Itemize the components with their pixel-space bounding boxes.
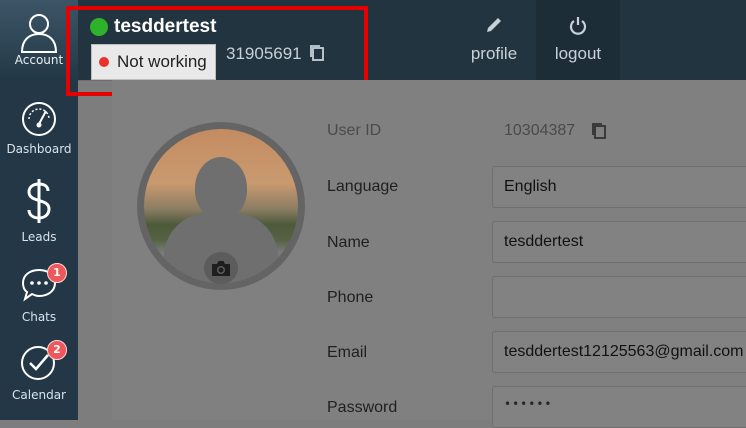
password-field[interactable]: •••••• [492,386,746,428]
sidebar-item-label: Leads [21,230,57,244]
copy-icon[interactable] [591,122,607,140]
not-working-status-dot [99,57,109,67]
chats-badge: 1 [47,263,67,283]
sidebar-item-label: Dashboard [6,142,72,156]
password-label: Password [327,399,398,416]
password-value: •••••• [504,397,553,411]
sidebar-item-account[interactable]: Account [0,0,78,80]
profile-label: profile [470,44,518,63]
camera-icon [212,261,230,276]
sidebar-item-leads[interactable]: Leads [0,178,78,244]
email-value: tesddertest12125563@gmail.com [504,343,744,360]
speedometer-icon [22,102,56,136]
pencil-icon [487,18,501,32]
user-icon [20,14,58,53]
user-id-value: 10304387 [504,122,576,139]
sidebar-item-label: Calendar [12,388,66,402]
phone-label: Phone [327,289,374,306]
calendar-badge: 2 [47,340,67,360]
dollar-icon [27,179,51,223]
sidebar-item-calendar[interactable]: Calendar 2 [0,340,78,402]
online-status-dot [90,18,108,36]
logout-label: logout [554,44,602,63]
sidebar-item-label: Account [14,53,64,67]
email-field[interactable]: tesddertest12125563@gmail.com [492,331,746,373]
name-label: Name [327,234,370,251]
phone-number: 31905691 [226,44,302,63]
sidebar-item-dashboard[interactable]: Dashboard [0,100,78,156]
avatar-silhouette-head [195,157,247,219]
status-option-not-working[interactable]: Not working [91,44,216,80]
power-icon [569,17,587,35]
name-field[interactable]: tesddertest [492,221,746,263]
user-id-label: User ID [327,122,382,139]
sidebar-item-chats[interactable]: Chats 1 [0,263,78,324]
language-select[interactable]: English [492,166,746,208]
change-photo-button[interactable] [204,252,238,284]
status-option-label: Not working [117,52,207,71]
profile-button[interactable]: profile [452,0,536,80]
language-value: English [504,178,557,195]
language-label: Language [327,178,399,195]
name-value: tesddertest [504,233,584,250]
user-status-header[interactable]: tesddertest [90,16,216,38]
sidebar: Account Dashboard Leads Chats 1 Calendar… [0,0,78,420]
sidebar-item-label: Chats [21,310,57,324]
logout-button[interactable]: logout [536,0,620,80]
phone-field[interactable] [492,276,746,318]
email-label: Email [327,344,368,361]
copy-icon[interactable] [309,44,325,62]
username: tesddertest [114,16,217,37]
